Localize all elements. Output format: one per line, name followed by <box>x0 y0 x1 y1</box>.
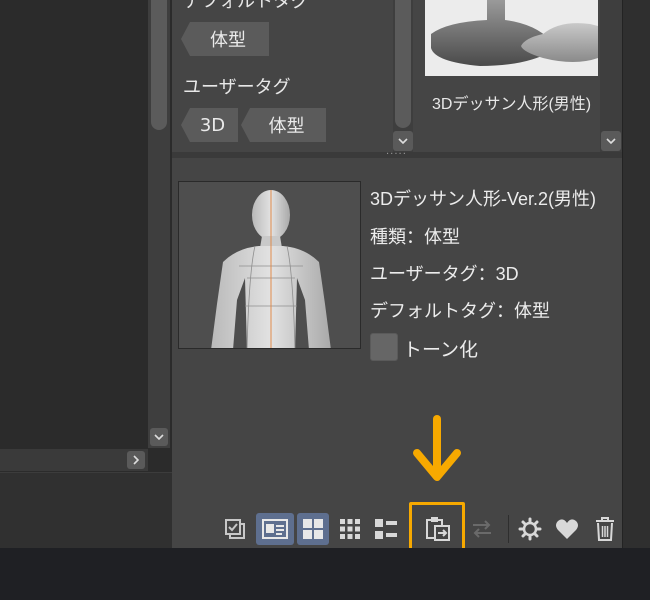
default-tag-chip[interactable]: 体型 <box>181 22 269 56</box>
chevron-down-icon <box>606 138 616 144</box>
chevron-down-icon <box>398 138 408 144</box>
detail-view-icon <box>262 519 288 539</box>
select-all-button[interactable] <box>220 513 250 545</box>
list-view-button[interactable] <box>370 513 402 545</box>
folder-footer-area <box>0 472 172 548</box>
list-view-icon <box>375 519 397 539</box>
tags-vertical-scrollbar[interactable] <box>393 0 413 152</box>
chevron-right-icon <box>133 455 139 465</box>
default-tag-heading: デフォルトタグ <box>183 0 309 11</box>
tags-scroll-down-button[interactable] <box>393 131 413 151</box>
small-thumbnail-button[interactable] <box>334 513 366 545</box>
favorite-button[interactable] <box>551 513 583 545</box>
material-name: 3Dデッサン人形-Ver.2(男性) <box>370 189 597 209</box>
material-type: 種類：体型 <box>370 227 460 247</box>
user-tag-chip-body[interactable]: 体型 <box>241 108 326 142</box>
mannequin-preview-image <box>211 190 331 348</box>
large-thumbnail-button[interactable] <box>297 513 329 545</box>
tone-checkbox-label[interactable]: トーン化 <box>403 335 478 362</box>
user-tag-chip-3d[interactable]: 3D <box>181 108 238 142</box>
favorite-heart-icon <box>556 519 578 539</box>
splitter-grip-icon[interactable]: ····· <box>386 150 407 160</box>
tags-scroll-thumb[interactable] <box>395 0 411 128</box>
small-thumbnail-icon <box>340 519 360 539</box>
settings-button[interactable] <box>514 513 546 545</box>
material-user-tags: ユーザータグ：3D <box>370 264 519 284</box>
tone-checkbox[interactable] <box>370 333 398 361</box>
settings-gear-icon <box>518 517 542 541</box>
replace-icon <box>473 520 491 538</box>
paste-to-canvas-button[interactable] <box>421 513 455 545</box>
large-thumbnail-icon <box>303 519 323 539</box>
materials-vertical-scrollbar[interactable] <box>600 0 622 152</box>
material-detail-preview <box>178 181 361 349</box>
material-thumbnail[interactable] <box>425 0 598 76</box>
select-all-icon <box>225 519 245 539</box>
chevron-down-icon <box>154 434 164 440</box>
panel-right-edge <box>622 0 650 548</box>
replace-button[interactable] <box>466 513 498 545</box>
paste-to-canvas-icon <box>426 517 450 541</box>
user-tag-heading: ユーザータグ <box>183 77 291 97</box>
delete-button[interactable] <box>589 513 621 545</box>
folder-horizontal-scrollbar[interactable] <box>0 449 148 471</box>
material-default-tags: デフォルトタグ：体型 <box>370 301 550 321</box>
trash-icon <box>596 517 614 541</box>
folder-scroll-thumb[interactable] <box>151 0 167 130</box>
arrow-down-icon <box>413 415 461 481</box>
toolbar-separator <box>508 515 509 543</box>
folder-scroll-down-button[interactable] <box>150 428 168 446</box>
material-thumbnail-label: 3Dデッサン人形(男性) <box>432 96 592 113</box>
materials-scroll-down-button[interactable] <box>601 131 621 151</box>
status-bar <box>0 548 650 600</box>
folder-scroll-right-button[interactable] <box>127 451 145 469</box>
detail-view-button[interactable] <box>256 513 294 545</box>
folder-vertical-scrollbar[interactable] <box>148 0 170 448</box>
mannequin-thumbnail-image <box>431 0 598 66</box>
